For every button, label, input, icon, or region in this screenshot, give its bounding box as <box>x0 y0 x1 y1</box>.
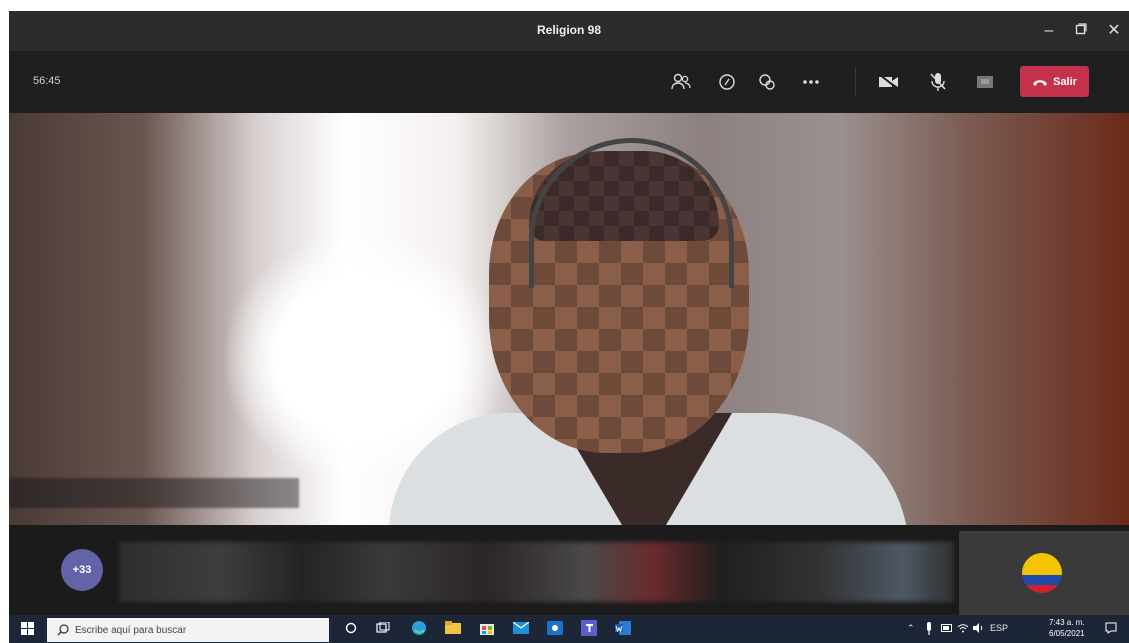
toolbar-divider <box>855 67 856 97</box>
meeting-toolbar: 56:45 Salir <box>9 51 1129 113</box>
microphone-tray-icon[interactable] <box>921 621 937 637</box>
reactions-icon[interactable] <box>755 71 779 93</box>
participant-thumbnails[interactable] <box>119 542 954 602</box>
main-video-feed <box>9 113 1129 525</box>
mail-icon[interactable] <box>513 620 529 636</box>
chevron-up-icon[interactable]: ⌃ <box>907 623 915 634</box>
camera-off-icon[interactable] <box>877 71 901 93</box>
edge-icon[interactable] <box>411 620 427 636</box>
avatar <box>1022 553 1062 593</box>
minimize-icon[interactable]: – <box>1036 19 1062 43</box>
mic-off-icon[interactable] <box>926 71 950 93</box>
store-icon[interactable] <box>479 620 495 636</box>
language-indicator[interactable]: ESP <box>990 623 1008 633</box>
taskbar-search-box[interactable]: Escribe aquí para buscar <box>47 618 329 642</box>
leave-button-label: Salir <box>1053 75 1077 88</box>
more-options-icon[interactable] <box>799 71 823 93</box>
teams-meeting-window: Religion 98 – ✕ 56:45 Salir +33 <box>9 11 1129 615</box>
word-icon[interactable] <box>615 620 631 636</box>
teams-icon[interactable] <box>581 620 597 636</box>
taskbar-clock[interactable]: 7:43 a. m. 6/05/2021 <box>1049 617 1085 639</box>
file-explorer-icon[interactable] <box>445 620 461 636</box>
restore-icon[interactable] <box>1068 19 1094 43</box>
outlook-icon[interactable] <box>547 620 563 636</box>
search-icon <box>57 624 69 636</box>
chat-icon[interactable] <box>715 71 739 93</box>
share-screen-icon[interactable] <box>973 71 997 93</box>
windows-start-icon[interactable] <box>19 620 35 636</box>
participant-strip: +33 <box>9 525 1129 615</box>
search-placeholder: Escribe aquí para buscar <box>75 624 187 636</box>
wifi-icon[interactable] <box>955 620 971 636</box>
cortana-icon[interactable] <box>343 620 359 636</box>
blurred-name-label <box>9 478 299 508</box>
title-bar: Religion 98 – ✕ <box>9 11 1129 51</box>
volume-icon[interactable] <box>971 620 987 636</box>
clock-time: 7:43 a. m. <box>1049 618 1085 627</box>
clock-date: 6/05/2021 <box>1049 629 1085 638</box>
self-view <box>959 531 1129 615</box>
hang-up-icon <box>1033 79 1048 86</box>
battery-icon[interactable] <box>939 620 955 636</box>
meeting-timer: 56:45 <box>33 75 61 87</box>
close-icon[interactable]: ✕ <box>1101 19 1127 43</box>
meeting-title: Religion 98 <box>536 23 601 37</box>
participants-icon[interactable] <box>669 71 693 93</box>
windows-taskbar: Escribe aquí para buscar ⌃ ESP 7:43 a. m… <box>9 615 1129 643</box>
notification-icon[interactable] <box>1103 620 1119 636</box>
leave-button[interactable]: Salir <box>1020 66 1089 97</box>
more-participants-button[interactable]: +33 <box>61 549 103 591</box>
task-view-icon[interactable] <box>375 620 391 636</box>
